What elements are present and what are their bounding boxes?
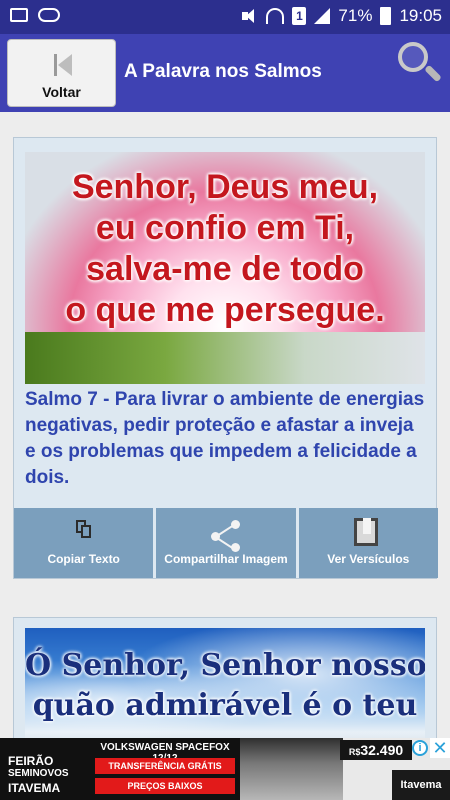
signal-icon [314, 8, 331, 24]
ad-price-value: 32.490 [360, 742, 404, 758]
ad-logo-line3: ITAVEMA [8, 781, 61, 795]
psalm-image-quote: Senhor, Deus meu, eu confio em Ti, salva… [65, 168, 385, 329]
voicemail-notification-icon [38, 8, 60, 22]
ad-logo-line2: SEMINOVOS [8, 768, 69, 779]
battery-icon [380, 7, 392, 25]
status-bar: 1 71% 19:05 [0, 0, 450, 34]
back-button[interactable]: Voltar [7, 39, 116, 107]
ad-info-icon[interactable]: i [412, 740, 428, 756]
skip-back-icon [54, 52, 74, 78]
copy-text-button[interactable]: Copiar Texto [14, 508, 154, 578]
share-icon [211, 520, 241, 552]
ad-logo-line1: FEIRÃO [8, 754, 54, 768]
card-actions: Copiar Texto Compartilhar Imagem Ver Ver… [14, 508, 438, 578]
sim-icon: 1 [292, 7, 307, 25]
ad-close-icon[interactable]: ✕ [430, 738, 450, 758]
battery-percent: 71% [338, 6, 373, 25]
ad-tag-transfer: TRANSFERÊNCIA GRÁTIS [95, 758, 235, 774]
back-button-label: Voltar [42, 84, 81, 100]
ad-offer: VOLKSWAGEN SPACEFOX 12/12 TRANSFERÊNCIA … [90, 738, 240, 800]
share-image-button[interactable]: Compartilhar Imagem [156, 508, 296, 578]
ad-banner[interactable]: FEIRÃO SEMINOVOS ITAVEMA VOLKSWAGEN SPAC… [0, 738, 450, 800]
wifi-icon [266, 8, 285, 24]
page-title: A Palavra nos Salmos [124, 61, 322, 82]
view-verses-label: Ver Versículos [327, 552, 410, 566]
ad-price: R$32.490 [340, 740, 412, 760]
ad-brand: Itavema [392, 770, 450, 800]
ad-price-prefix: R$ [348, 747, 361, 757]
psalm-image-quote: Ó Senhor, Senhor nosso, quão admirável é… [25, 648, 425, 723]
psalm-caption: Salmo 7 - Para livrar o ambiente de ener… [25, 389, 425, 488]
copy-text-label: Copiar Texto [47, 552, 120, 566]
copy-icon [76, 520, 91, 538]
psalm-image[interactable]: Senhor, Deus meu, eu confio em Ti, salva… [25, 152, 425, 384]
ad-car-image [240, 738, 343, 800]
bible-icon [353, 518, 382, 548]
search-icon[interactable] [398, 42, 442, 86]
ad-logo: FEIRÃO SEMINOVOS ITAVEMA [0, 738, 90, 800]
view-verses-button[interactable]: Ver Versículos [298, 508, 438, 578]
ad-tag-prices: PREÇOS BAIXOS [95, 778, 235, 794]
psalm-card: Senhor, Deus meu, eu confio em Ti, salva… [13, 137, 438, 579]
psalm-card: Ó Senhor, Senhor nosso, quão admirável é… [13, 617, 437, 758]
app-bar: Voltar A Palavra nos Salmos [0, 34, 450, 112]
clock: 19:05 [399, 6, 442, 25]
share-image-label: Compartilhar Imagem [164, 552, 288, 566]
gallery-notification-icon [10, 8, 28, 22]
mute-icon [242, 9, 258, 23]
